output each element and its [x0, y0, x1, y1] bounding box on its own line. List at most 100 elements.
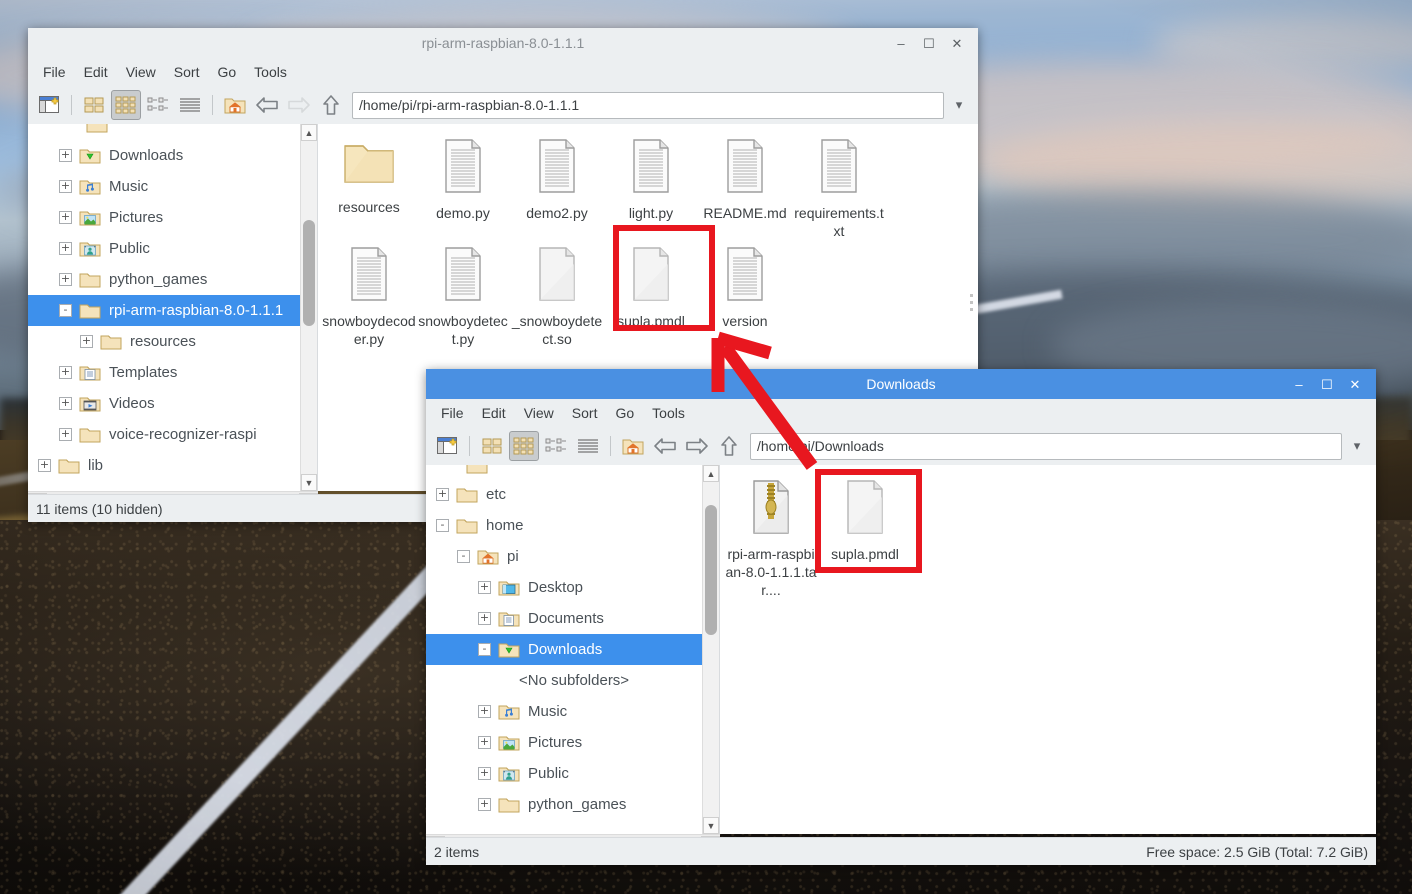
back-arrow-icon[interactable]: [650, 431, 680, 461]
expand-icon[interactable]: +: [478, 767, 491, 780]
window2-toolbar[interactable]: /home/pi/Downloads ▾: [426, 427, 1376, 465]
window1-menubar[interactable]: File Edit View Sort Go Tools: [28, 58, 978, 86]
thumbnail-view-icon[interactable]: [509, 431, 539, 461]
file-item[interactable]: demo.py: [416, 132, 510, 240]
expand-icon[interactable]: +: [478, 736, 491, 749]
tree-item-home[interactable]: - home: [426, 510, 719, 541]
new-tab-icon[interactable]: [34, 90, 64, 120]
tree-item-pictures[interactable]: + Pictures: [28, 202, 317, 233]
new-tab-icon[interactable]: [432, 431, 462, 461]
scrollbar-thumb[interactable]: [705, 505, 717, 635]
path-input[interactable]: /home/pi/rpi-arm-raspbian-8.0-1.1.1: [352, 91, 944, 119]
menu-item-view[interactable]: View: [117, 61, 165, 83]
tree-item-etc[interactable]: + etc: [426, 479, 719, 510]
window2-titlebar[interactable]: Downloads – ☐ ✕: [426, 369, 1376, 399]
tree-item-music[interactable]: + Music: [28, 171, 317, 202]
file-manager-window-downloads[interactable]: Downloads – ☐ ✕ File Edit View Sort Go Tools: [426, 369, 1376, 865]
tree-item-pi[interactable]: - pi: [426, 541, 719, 572]
tree-item-music[interactable]: + Music: [426, 696, 719, 727]
collapse-icon[interactable]: -: [59, 304, 72, 317]
up-arrow-icon[interactable]: [714, 431, 744, 461]
expand-icon[interactable]: +: [59, 149, 72, 162]
close-icon[interactable]: ✕: [1344, 373, 1366, 395]
window2-folder-tree[interactable]: + etc - home - pi + Desktop + Documents - Downloads…: [426, 477, 719, 820]
forward-arrow-icon[interactable]: [284, 90, 314, 120]
expand-icon[interactable]: +: [478, 612, 491, 625]
expand-icon[interactable]: +: [478, 705, 491, 718]
expand-icon[interactable]: +: [478, 581, 491, 594]
window1-controls[interactable]: – ☐ ✕: [890, 32, 978, 54]
menu-item-file[interactable]: File: [432, 402, 473, 424]
scroll-down-icon[interactable]: ▼: [703, 817, 719, 834]
window1-sidebar-vscrollbar[interactable]: ▲ ▼: [300, 124, 317, 491]
file-item[interactable]: snowboydecoder.py: [322, 240, 416, 348]
expand-icon[interactable]: +: [59, 428, 72, 441]
window2-controls[interactable]: – ☐ ✕: [1288, 373, 1376, 395]
window1-titlebar[interactable]: rpi-arm-raspbian-8.0-1.1.1 – ☐ ✕: [28, 28, 978, 58]
tree-item-voice-recognizer-raspi[interactable]: + voice-recognizer-raspi: [28, 419, 317, 450]
menu-item-edit[interactable]: Edit: [473, 402, 515, 424]
expand-icon[interactable]: +: [59, 242, 72, 255]
pane-resize-grip[interactable]: [970, 294, 973, 315]
expand-icon[interactable]: +: [436, 488, 449, 501]
detailed-list-view-icon[interactable]: [573, 431, 603, 461]
thumbnail-view-icon[interactable]: [111, 90, 141, 120]
minimize-icon[interactable]: –: [890, 32, 912, 54]
maximize-icon[interactable]: ☐: [918, 32, 940, 54]
tree-item-resources[interactable]: + resources: [28, 326, 317, 357]
expand-icon[interactable]: +: [59, 273, 72, 286]
menu-item-sort[interactable]: Sort: [563, 402, 607, 424]
tree-item-rpi-arm-raspbian-8-0-1-1-1[interactable]: - rpi-arm-raspbian-8.0-1.1.1: [28, 295, 317, 326]
menu-item-sort[interactable]: Sort: [165, 61, 209, 83]
window1-toolbar[interactable]: /home/pi/rpi-arm-raspbian-8.0-1.1.1 ▾: [28, 86, 978, 124]
home-icon[interactable]: [618, 431, 648, 461]
path-dropdown-chevron-down-icon[interactable]: ▾: [946, 92, 972, 119]
tree-item-documents[interactable]: + Documents: [426, 603, 719, 634]
collapse-icon[interactable]: -: [478, 643, 491, 656]
icon-view-icon[interactable]: [79, 90, 109, 120]
forward-arrow-icon[interactable]: [682, 431, 712, 461]
expand-icon[interactable]: +: [38, 459, 51, 472]
path-dropdown-chevron-down-icon[interactable]: ▾: [1344, 433, 1370, 460]
expand-icon[interactable]: +: [80, 335, 93, 348]
up-arrow-icon[interactable]: [316, 90, 346, 120]
collapse-icon[interactable]: -: [457, 550, 470, 563]
close-icon[interactable]: ✕: [946, 32, 968, 54]
tree-item-videos[interactable]: + Videos: [28, 388, 317, 419]
file-item[interactable]: light.py: [604, 132, 698, 240]
menu-item-file[interactable]: File: [34, 61, 75, 83]
scroll-down-icon[interactable]: ▼: [301, 474, 317, 491]
tree-item-downloads[interactable]: + Downloads: [28, 140, 317, 171]
detailed-list-view-icon[interactable]: [175, 90, 205, 120]
maximize-icon[interactable]: ☐: [1316, 373, 1338, 395]
tree-item-public[interactable]: + Public: [28, 233, 317, 264]
window2-sidebar-vscrollbar[interactable]: ▲ ▼: [702, 465, 719, 834]
file-item[interactable]: requirements.txt: [792, 132, 886, 240]
expand-icon[interactable]: +: [478, 798, 491, 811]
tree-item-pictures[interactable]: + Pictures: [426, 727, 719, 758]
expand-icon[interactable]: +: [59, 211, 72, 224]
file-item[interactable]: demo2.py: [510, 132, 604, 240]
tree-item-python-games[interactable]: + python_games: [28, 264, 317, 295]
tree-item-downloads[interactable]: - Downloads: [426, 634, 719, 665]
file-item[interactable]: rpi-arm-raspbian-8.0-1.1.1.tar....: [724, 473, 818, 599]
file-item[interactable]: _snowboydetect.so: [510, 240, 604, 348]
tree-item-lib[interactable]: + lib: [28, 450, 317, 481]
tree-item-templates[interactable]: + Templates: [28, 357, 317, 388]
scroll-up-icon[interactable]: ▲: [703, 465, 719, 482]
window2-sidebar[interactable]: + etc - home - pi + Desktop + Documents - Downloads…: [426, 465, 720, 834]
home-icon[interactable]: [220, 90, 250, 120]
window2-menubar[interactable]: File Edit View Sort Go Tools: [426, 399, 1376, 427]
expand-icon[interactable]: +: [59, 180, 72, 193]
icon-view-icon[interactable]: [477, 431, 507, 461]
menu-item-tools[interactable]: Tools: [643, 402, 694, 424]
collapse-icon[interactable]: -: [436, 519, 449, 532]
window1-folder-tree[interactable]: + Downloads + Music + Pictures + Public + python_…: [28, 138, 317, 481]
menu-item-go[interactable]: Go: [208, 61, 245, 83]
file-item[interactable]: resources: [322, 132, 416, 240]
compact-view-icon[interactable]: [541, 431, 571, 461]
menu-item-go[interactable]: Go: [606, 402, 643, 424]
tree-item-python-games[interactable]: + python_games: [426, 789, 719, 820]
file-item[interactable]: snowboydetect.py: [416, 240, 510, 348]
back-arrow-icon[interactable]: [252, 90, 282, 120]
